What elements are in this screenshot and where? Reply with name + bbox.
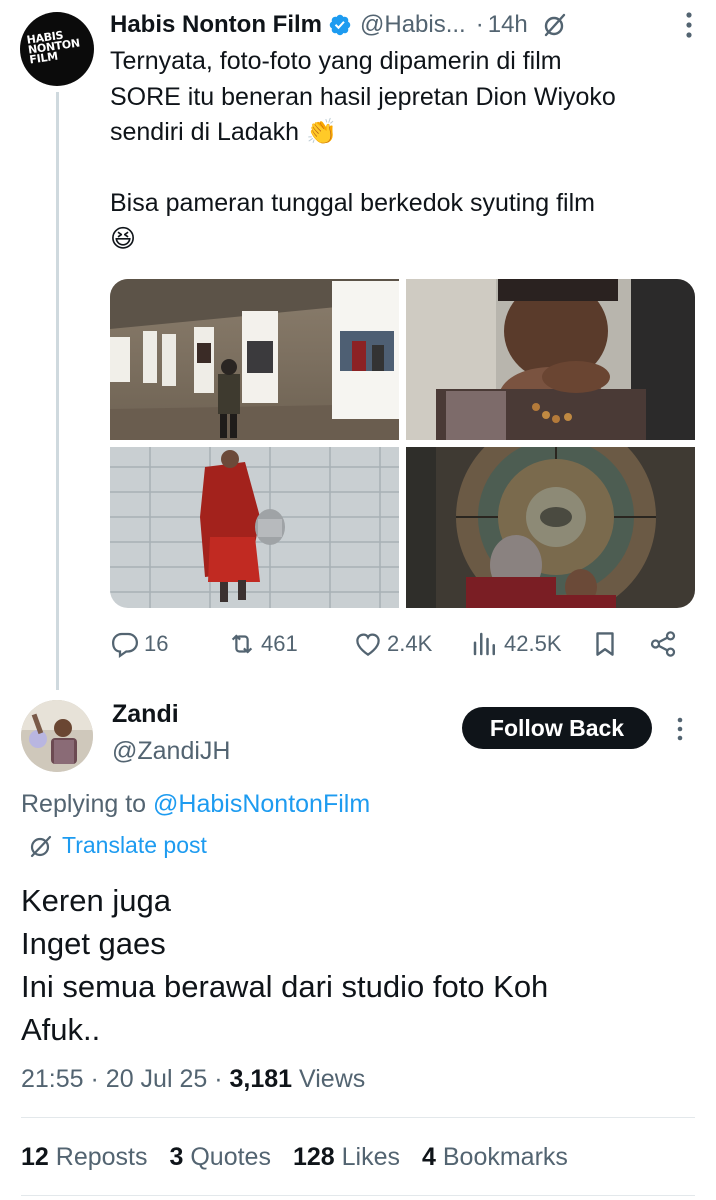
reply-avatar[interactable] [21, 700, 93, 772]
like-icon [356, 633, 380, 656]
reply-icon [111, 632, 139, 659]
tweet-text-line: 😆 [110, 224, 137, 253]
like-button[interactable]: 2.4K [353, 624, 432, 664]
reply-handle[interactable]: @ZandiJH [112, 737, 230, 766]
avatar[interactable]: HABIS NONTON FILM [20, 12, 94, 86]
reply-text-line: Keren juga [21, 883, 171, 918]
photo-gallery[interactable] [110, 279, 399, 440]
avatar-logo: HABIS NONTON FILM [25, 28, 81, 67]
repost-count: 461 [261, 631, 298, 656]
translate-icon [30, 835, 52, 857]
thread-line [56, 92, 59, 690]
views-count: 42.5K [504, 631, 562, 656]
bookmark-button[interactable] [590, 624, 620, 664]
meta-dot: · [90, 1065, 106, 1093]
reply-display-name[interactable]: Zandi [112, 700, 179, 729]
post-time[interactable]: 21:55 [21, 1065, 84, 1093]
more-icon[interactable] [676, 8, 702, 42]
repost-button[interactable]: 461 [227, 624, 298, 664]
separator-dot: · [475, 11, 484, 38]
likes-stat[interactable]: 128 Likes [293, 1143, 400, 1172]
views-icon [473, 632, 495, 656]
display-name[interactable]: Habis Nonton Film [110, 11, 322, 39]
action-bar: 16 461 2.4K 42.5K [110, 624, 690, 664]
divider [21, 1195, 695, 1196]
reply-text-line: Inget gaes [21, 926, 166, 961]
tweet-header: Habis Nonton Film @Habis... · 14h [110, 8, 700, 42]
repost-icon [231, 634, 253, 654]
reply-count: 16 [144, 631, 169, 656]
bookmarks-stat[interactable]: 4 Bookmarks [422, 1143, 568, 1172]
tweet-text: Ternyata, foto-foto yang dipamerin di fi… [110, 44, 700, 257]
like-count: 2.4K [387, 631, 433, 656]
photo-mandala[interactable] [406, 447, 695, 608]
tweet-text-line: sendiri di Ladakh 👏 [110, 118, 338, 146]
photo-monk[interactable] [110, 447, 399, 608]
views-label: Views [299, 1065, 366, 1093]
views-count: 3,181 [229, 1065, 293, 1093]
tweet-text-line: SORE itu beneran hasil jepretan Dion Wiy… [110, 82, 616, 111]
replying-to: Replying to @HabisNontonFilm [21, 790, 370, 819]
translate-label: Translate post [62, 832, 207, 858]
reply-button[interactable]: 16 [110, 624, 168, 664]
engagement-stats: 12 Reposts 3 Quotes 128 Likes 4 Bookmark… [21, 1143, 590, 1172]
post-meta: 21:55 · 20 Jul 25 · 3,181 Views [21, 1065, 365, 1094]
tweet-text-line: Ternyata, foto-foto yang dipamerin di fi… [110, 47, 562, 75]
handle[interactable]: @Habis... [360, 11, 466, 39]
reply-text-line: Afuk.. [21, 1012, 101, 1047]
replying-mention-link[interactable]: @HabisNontonFilm [153, 790, 370, 818]
share-button[interactable] [648, 624, 678, 664]
grok-icon[interactable] [542, 12, 568, 38]
meta-dot: · [214, 1065, 230, 1093]
share-icon [650, 631, 676, 657]
verified-badge-icon [329, 14, 351, 36]
follow-back-button[interactable]: Follow Back [462, 707, 652, 749]
reply-text: Keren juga Inget gaes Ini semua berawal … [21, 879, 701, 1051]
photo-portrait[interactable] [406, 279, 695, 440]
divider [21, 1117, 695, 1118]
media-grid [110, 279, 695, 608]
more-icon[interactable] [670, 712, 690, 746]
reposts-stat[interactable]: 12 Reposts [21, 1143, 147, 1172]
translate-post-link[interactable]: Translate post [28, 832, 207, 859]
views-button[interactable]: 42.5K [470, 624, 562, 664]
parent-tweet[interactable]: HABIS NONTON FILM Habis Nonton Film @Hab… [0, 0, 716, 690]
tweet-text-line: Bisa pameran tunggal berkedok syuting fi… [110, 189, 595, 217]
reply-text-line: Ini semua berawal dari studio foto Koh [21, 969, 549, 1004]
quotes-stat[interactable]: 3 Quotes [169, 1143, 270, 1172]
timestamp[interactable]: 14h [488, 11, 528, 39]
post-date[interactable]: 20 Jul 25 [106, 1065, 207, 1093]
replying-prefix: Replying to [21, 790, 154, 818]
bookmark-icon [596, 632, 614, 656]
